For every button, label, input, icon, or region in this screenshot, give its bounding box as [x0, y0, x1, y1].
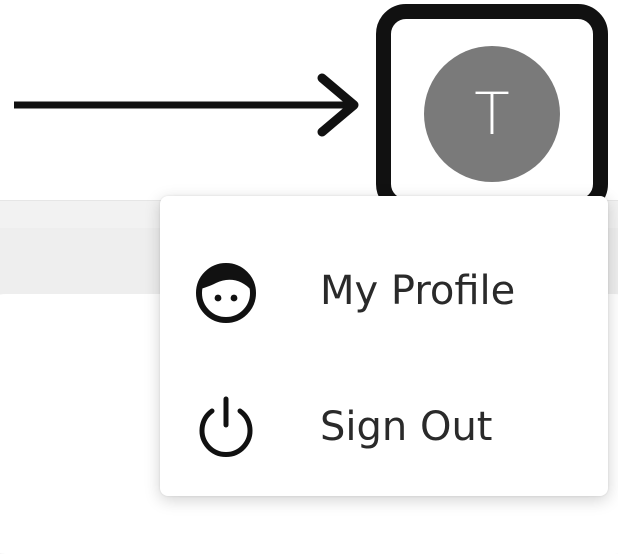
- menu-item-label: Sign Out: [320, 404, 493, 450]
- user-avatar-button[interactable]: T: [424, 46, 560, 182]
- menu-item-label: My Profile: [320, 268, 516, 314]
- menu-item-sign-out[interactable]: Sign Out: [190, 372, 590, 482]
- profile-face-icon: [190, 255, 262, 327]
- annotation-arrow-icon: [14, 73, 359, 137]
- profile-dropdown-menu: My Profile Sign Out: [160, 196, 608, 496]
- power-icon: [190, 391, 262, 463]
- menu-item-my-profile[interactable]: My Profile: [190, 236, 590, 346]
- avatar-initial: T: [474, 80, 510, 148]
